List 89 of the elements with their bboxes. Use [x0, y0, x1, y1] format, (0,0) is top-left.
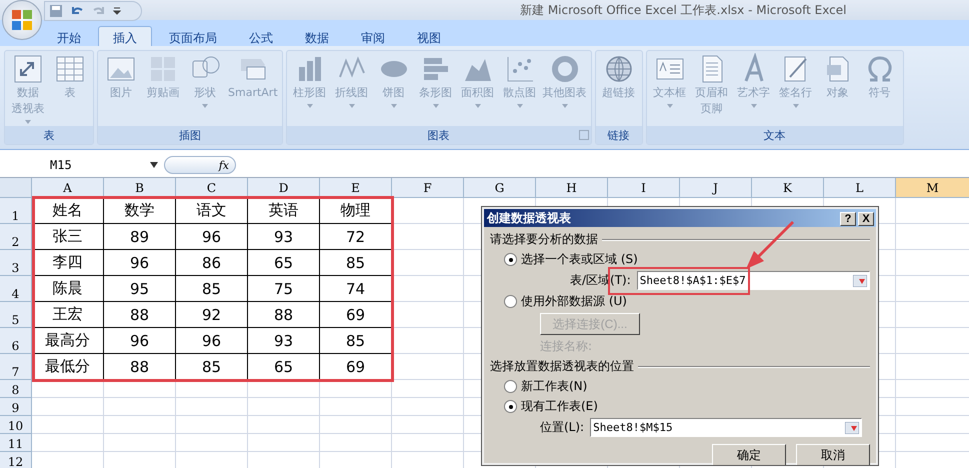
cancel-button[interactable]: 取消	[796, 444, 870, 466]
table-cell: 张三	[32, 224, 104, 250]
table-cell: 96	[104, 250, 176, 276]
column-header[interactable]: B	[104, 178, 176, 198]
table-cell: 65	[248, 250, 320, 276]
column-header[interactable]: A	[32, 178, 104, 198]
table-cell: 65	[248, 354, 320, 380]
table-cell: 85	[176, 276, 248, 302]
column-header[interactable]: M	[896, 178, 969, 198]
table-cell: 物理	[320, 198, 392, 224]
column-header[interactable]: H	[536, 178, 608, 198]
row-header[interactable]: 5	[0, 302, 32, 328]
table-cell: 88	[104, 302, 176, 328]
group-title: 文本	[764, 128, 786, 142]
table-cell: 96	[176, 328, 248, 354]
table-cell: 92	[176, 302, 248, 328]
column-header[interactable]: L	[824, 178, 896, 198]
row-header[interactable]: 4	[0, 276, 32, 302]
table-cell: 95	[104, 276, 176, 302]
row-header[interactable]: 12	[0, 452, 32, 468]
section-heading: 选择放置数据透视表的位置	[490, 358, 634, 375]
radio-label[interactable]: 新工作表(N)	[521, 378, 588, 395]
ribbon-tab[interactable]: 开始	[42, 26, 96, 46]
column-header[interactable]: D	[248, 178, 320, 198]
radio-label[interactable]: 现有工作表(E)	[521, 398, 598, 415]
table-cell: 93	[248, 328, 320, 354]
location-field[interactable]: Sheet8!$M$15	[590, 418, 862, 437]
table-cell: 王宏	[32, 302, 104, 328]
table-cell: 72	[320, 224, 392, 250]
dialog-title: 创建数据透视表	[487, 210, 571, 226]
table-cell: 86	[176, 250, 248, 276]
close-button[interactable]: X	[858, 212, 874, 226]
group-title: 图表	[428, 128, 450, 142]
group-title: 链接	[608, 128, 630, 142]
row-header[interactable]: 6	[0, 328, 32, 354]
table-cell: 96	[104, 328, 176, 354]
table-cell: 英语	[248, 198, 320, 224]
table-cell: 96	[176, 224, 248, 250]
group-title: 插图	[178, 128, 201, 142]
radio-label[interactable]: 选择一个表或区域 (S)	[521, 251, 638, 268]
row-header[interactable]: 1	[0, 198, 32, 224]
table-cell: 85	[320, 250, 392, 276]
table-cell: 最低分	[32, 354, 104, 380]
table-cell: 75	[248, 276, 320, 302]
row-header[interactable]: 8	[0, 380, 32, 398]
row-header[interactable]: 3	[0, 250, 32, 276]
table-cell: 88	[248, 302, 320, 328]
column-header[interactable]: J	[680, 178, 752, 198]
ribbon-tab[interactable]: 审阅	[346, 26, 400, 46]
name-box[interactable]: M15	[0, 156, 150, 174]
window-title: 新建 Microsoft Office Excel 工作表.xlsx - Microsoft Excel	[520, 2, 846, 18]
ribbon-tab[interactable]: 页面布局	[154, 26, 232, 46]
row-header[interactable]: 2	[0, 224, 32, 250]
table-cell: 74	[320, 276, 392, 302]
column-header[interactable]: F	[392, 178, 464, 198]
insert-function-button[interactable]: fx	[164, 156, 236, 174]
help-button[interactable]: ?	[840, 212, 856, 226]
table-cell: 88	[104, 354, 176, 380]
column-header[interactable]: K	[752, 178, 824, 198]
range-field[interactable]: Sheet8!$A$1:$E$7	[636, 271, 870, 290]
table-cell: 陈晨	[32, 276, 104, 302]
ok-button[interactable]: 确定	[712, 444, 786, 466]
table-cell: 最高分	[32, 328, 104, 354]
group-title: 表	[44, 128, 54, 142]
row-header[interactable]: 10	[0, 416, 32, 434]
column-header[interactable]: C	[176, 178, 248, 198]
row-header[interactable]: 7	[0, 354, 32, 380]
ribbon-tab[interactable]: 数据	[290, 26, 344, 46]
field-label: 位置(L):	[540, 419, 584, 436]
table-cell: 93	[248, 224, 320, 250]
table-cell: 89	[104, 224, 176, 250]
table-cell: 69	[320, 302, 392, 328]
ribbon-tab[interactable]: 插入	[98, 26, 152, 46]
column-header[interactable]: E	[320, 178, 392, 198]
ribbon-tab[interactable]: 公式	[234, 26, 288, 46]
radio-label[interactable]: 使用外部数据源 (U)	[521, 293, 627, 310]
table-cell: 85	[176, 354, 248, 380]
table-cell: 69	[320, 354, 392, 380]
ribbon-tab[interactable]: 视图	[402, 26, 456, 46]
column-header[interactable]: I	[608, 178, 680, 198]
section-heading: 请选择要分析的数据	[490, 231, 598, 248]
table-cell: 李四	[32, 250, 104, 276]
row-header[interactable]: 9	[0, 398, 32, 416]
table-cell: 姓名	[32, 198, 104, 224]
column-header[interactable]: G	[464, 178, 536, 198]
row-header[interactable]: 11	[0, 434, 32, 452]
table-cell: 85	[320, 328, 392, 354]
table-cell: 数学	[104, 198, 176, 224]
table-cell: 语文	[176, 198, 248, 224]
